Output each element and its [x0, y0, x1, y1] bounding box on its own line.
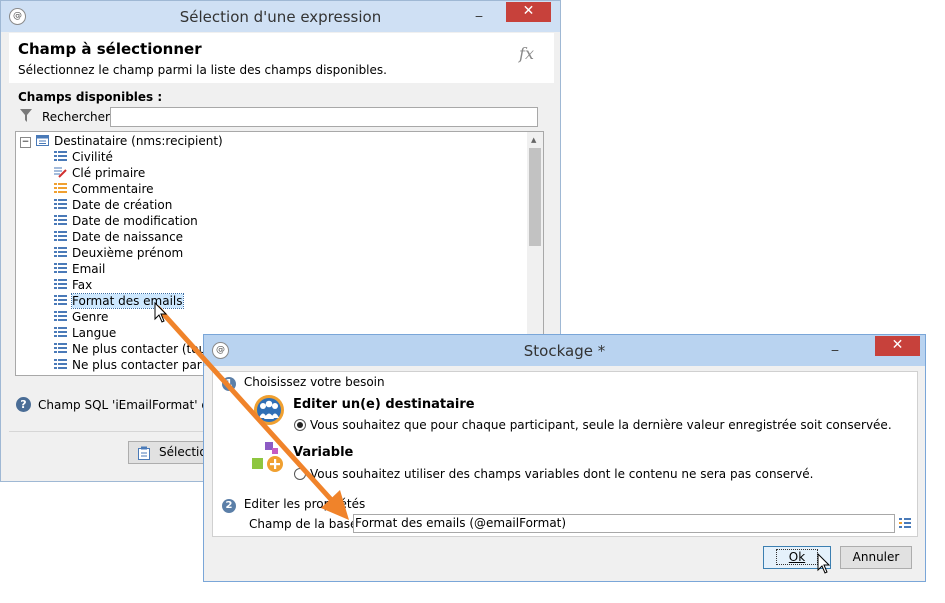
ok-cursor-icon	[817, 553, 831, 574]
annotation-arrow	[155, 305, 349, 520]
mouse-cursor-icon	[154, 302, 168, 323]
